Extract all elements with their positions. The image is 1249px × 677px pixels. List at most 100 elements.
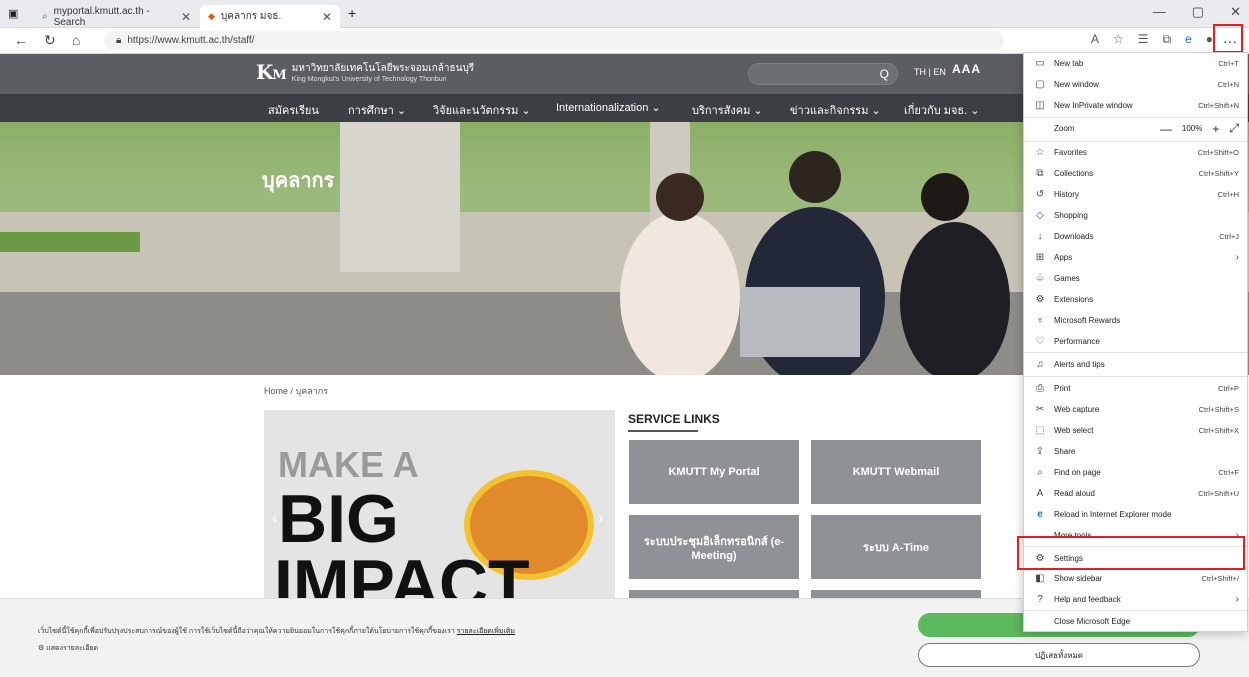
refresh-icon[interactable]: ↻	[44, 32, 56, 49]
menu-microsoft-rewards[interactable]: ♆ Microsoft Rewards	[1024, 310, 1247, 330]
close-tab-icon[interactable]: ✕	[322, 10, 332, 24]
site-search-input[interactable]: Q	[748, 63, 898, 85]
nav-internationalization[interactable]: Internationalization ⌄	[556, 101, 661, 114]
lock-icon: 🔒︎	[116, 35, 122, 46]
nav-admission[interactable]: สมัครเรียน	[268, 101, 319, 119]
add-favorite-icon[interactable]: ☆	[1113, 32, 1124, 47]
menu-divider	[1024, 352, 1247, 353]
restore-button[interactable]: ▢	[1192, 4, 1204, 20]
menu-alerts-and-tips[interactable]: ♫ Alerts and tips	[1024, 354, 1247, 374]
menu-find-on-page[interactable]: ⌕ Find on page Ctrl+F	[1024, 462, 1247, 482]
zoom-in-button[interactable]: +	[1212, 122, 1219, 136]
ie-mode-icon[interactable]: e	[1185, 32, 1192, 47]
menu-label: Apps	[1054, 252, 1073, 262]
carousel-prev-icon[interactable]: ‹	[272, 510, 277, 528]
menu-web-capture[interactable]: ✂ Web capture Ctrl+Shift+S	[1024, 399, 1247, 419]
menu-web-select[interactable]: ⬚ Web select Ctrl+Shift+X	[1024, 420, 1247, 440]
favorites-icon[interactable]: ☰	[1138, 32, 1149, 47]
reject-cookies-button[interactable]: ปฏิเสธทั้งหมด	[918, 643, 1200, 667]
collections-icon[interactable]: ⧉	[1162, 32, 1171, 47]
menu-print[interactable]: ⎙ Print Ctrl+P	[1024, 378, 1247, 398]
zoom-level: 100%	[1181, 124, 1203, 133]
promo-banner[interactable]: MAKE A BIG IMPACT ‹ ›	[264, 410, 615, 600]
nav-news[interactable]: ข่าวและกิจกรรม ⌄	[790, 101, 881, 119]
carousel-next-icon[interactable]: ›	[598, 510, 603, 528]
new-tab-button[interactable]: +	[348, 5, 356, 21]
fullscreen-icon[interactable]: ⤢	[1229, 121, 1239, 136]
promo-line-3: IMPACT	[274, 546, 530, 600]
window-controls: — ▢ ✕	[1153, 4, 1241, 20]
menu-extensions[interactable]: ⚙ Extensions	[1024, 289, 1247, 309]
menu-shortcut: Ctrl+N	[1217, 79, 1239, 89]
menu-new-tab[interactable]: ▭ New tab Ctrl+T	[1024, 53, 1247, 73]
kmutt-logo[interactable]: KM มหาวิทยาลัยเทคโนโลยีพระจอมเกล้าธนบุรี…	[256, 60, 474, 84]
menu-shopping[interactable]: ◇ Shopping	[1024, 205, 1247, 225]
cookie-settings[interactable]: ⚙ แสดงรายละเอียด	[38, 643, 98, 654]
zoom-out-button[interactable]: —	[1160, 122, 1172, 136]
bell-icon: ♫	[1036, 358, 1044, 370]
profile-avatar[interactable]: ●	[1206, 32, 1213, 47]
menu-help-and-feedback[interactable]: ? Help and feedback ›	[1024, 589, 1247, 609]
menu-performance[interactable]: ♡ Performance	[1024, 331, 1247, 351]
share-icon: ⇪	[1035, 445, 1045, 457]
menu-new-inprivate-window[interactable]: ◫ New InPrivate window Ctrl+Shift+N	[1024, 95, 1247, 115]
menu-label: Close Microsoft Edge	[1054, 616, 1131, 626]
service-e-meeting[interactable]: ระบบประชุมอิเล็กทรอนิกส์ (e-Meeting)	[629, 515, 799, 579]
home-icon[interactable]: ⌂	[72, 32, 80, 48]
menu-label: Microsoft Rewards	[1054, 315, 1121, 325]
close-window-button[interactable]: ✕	[1230, 4, 1241, 20]
tab-search[interactable]: ⌕ myportal.kmutt.ac.th - Search ✕	[34, 5, 199, 28]
service-title-underline	[628, 430, 698, 432]
service-my-portal[interactable]: KMUTT My Portal	[629, 440, 799, 504]
print-icon: ⎙	[1036, 382, 1044, 394]
font-size-switch[interactable]: AAA	[952, 62, 981, 76]
menu-new-window[interactable]: ▢ New window Ctrl+N	[1024, 74, 1247, 94]
service-link-tile[interactable]	[811, 590, 981, 598]
menu-games[interactable]: ♧ Games	[1024, 268, 1247, 288]
menu-shortcut: Ctrl+Shift+N	[1198, 100, 1239, 110]
read-aloud-icon[interactable]: A	[1091, 32, 1099, 47]
games-icon: ♧	[1035, 272, 1045, 284]
cookie-settings-label: แสดงรายละเอียด	[46, 645, 99, 652]
nav-about[interactable]: เกี่ยวกับ มจธ. ⌄	[904, 101, 979, 119]
close-tab-icon[interactable]: ✕	[181, 10, 191, 24]
web-capture-icon: ✂	[1035, 403, 1045, 415]
menu-label: Web capture	[1054, 404, 1100, 414]
menu-show-sidebar[interactable]: ◧ Show sidebar Ctrl+Shift+/	[1024, 568, 1247, 588]
menu-favorites[interactable]: ☆ Favorites Ctrl+Shift+O	[1024, 142, 1247, 162]
back-icon[interactable]: ←	[14, 32, 28, 48]
help-icon: ?	[1037, 593, 1043, 605]
menu-history[interactable]: ↺ History Ctrl+H	[1024, 184, 1247, 204]
menu-collections[interactable]: ⧉ Collections Ctrl+Shift+Y	[1024, 163, 1247, 183]
menu-downloads[interactable]: ↓ Downloads Ctrl+J	[1024, 226, 1247, 246]
nav-research[interactable]: วิจัยและนวัตกรรม ⌄	[433, 101, 531, 119]
menu-share[interactable]: ⇪ Share	[1024, 441, 1247, 461]
menu-label: New window	[1054, 79, 1099, 89]
menu-reload-ie-mode[interactable]: e Reload in Internet Explorer mode	[1024, 504, 1247, 524]
tab-strip: ▣ ⌕ myportal.kmutt.ac.th - Search ✕ ◆ บุ…	[0, 0, 1249, 28]
language-switch[interactable]: TH | EN	[914, 67, 946, 77]
tab-title: myportal.kmutt.ac.th - Search	[53, 5, 150, 28]
minimize-button[interactable]: —	[1153, 4, 1166, 20]
breadcrumb[interactable]: Home / บุคลากร	[264, 384, 328, 398]
site-search-icon[interactable]: Q	[880, 67, 889, 81]
cookie-more-link[interactable]: รายละเอียดเพิ่มเติม	[457, 628, 515, 635]
service-webmail[interactable]: KMUTT Webmail	[811, 440, 981, 504]
nav-social-service[interactable]: บริการสังคม ⌄	[692, 101, 763, 119]
menu-read-aloud[interactable]: A Read aloud Ctrl+Shift+U	[1024, 483, 1247, 503]
menu-label: History	[1054, 189, 1079, 199]
url-field[interactable]: 🔒︎ https://www.kmutt.ac.th/staff/	[104, 31, 1004, 50]
tab-actions-icon[interactable]: ▣	[8, 7, 18, 20]
downloads-icon: ↓	[1037, 230, 1043, 242]
service-a-time[interactable]: ระบบ A-Time	[811, 515, 981, 579]
menu-close-edge[interactable]: Close Microsoft Edge	[1024, 611, 1247, 631]
menu-shortcut: Ctrl+Shift+X	[1198, 425, 1239, 435]
service-link-tile[interactable]	[629, 590, 799, 598]
nav-education[interactable]: การศึกษา ⌄	[348, 101, 406, 119]
menu-label: Read aloud	[1054, 488, 1095, 498]
menu-apps[interactable]: ⊞ Apps ›	[1024, 247, 1247, 267]
tab-staff[interactable]: ◆ บุคลากร มจธ. ✕	[200, 5, 340, 28]
cookie-message: เว็บไซต์นี้ใช้คุกกี้เพื่อปรับปรุงประสบกา…	[38, 626, 515, 637]
menu-shortcut: Ctrl+T	[1218, 58, 1239, 68]
kmutt-favicon: ◆	[208, 11, 215, 21]
